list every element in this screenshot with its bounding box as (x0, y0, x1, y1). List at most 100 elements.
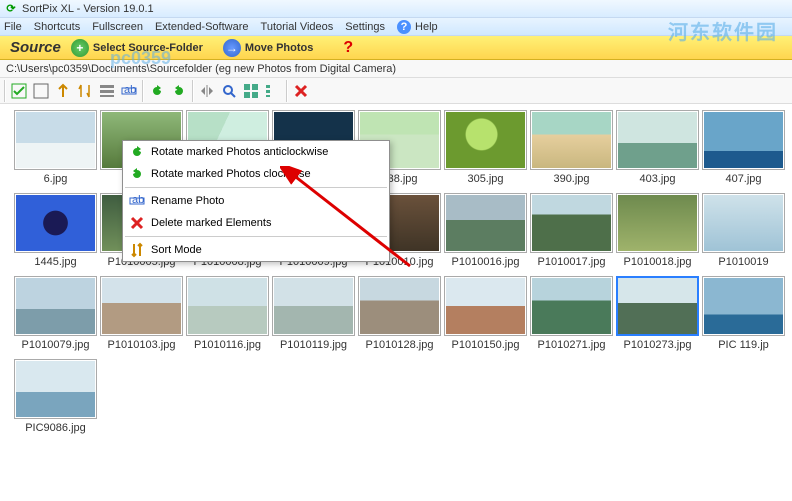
thumbnail[interactable]: PIC 119.jp (702, 276, 785, 351)
thumbnail-image (702, 193, 785, 253)
thumbnail-image (530, 276, 613, 336)
arrow-right-icon: → (223, 39, 241, 57)
thumbnail-image (530, 193, 613, 253)
thumbnail-label: 305.jpg (467, 173, 503, 185)
check-all-button[interactable] (8, 80, 30, 102)
thumbnail-image (358, 276, 441, 336)
thumbnail-image (702, 276, 785, 336)
thumbnail[interactable]: P1010150.jpg (444, 276, 527, 351)
thumbnail[interactable]: 1445.jpg (14, 193, 97, 268)
thumbnail-label: P1010018.jpg (624, 256, 692, 268)
thumbnail[interactable]: 305.jpg (444, 110, 527, 185)
thumbnail-image (272, 276, 355, 336)
thumbnail[interactable]: P1010016.jpg (444, 193, 527, 268)
thumbnail-label: P1010119.jpg (280, 339, 347, 351)
thumbnail-label: P1010273.jpg (624, 339, 692, 351)
thumbnail-image (100, 276, 183, 336)
menu-rename[interactable]: ab Rename Photo (123, 190, 389, 212)
delete-button[interactable] (290, 80, 312, 102)
menu-shortcuts[interactable]: Shortcuts (34, 21, 80, 33)
actionbar: Source + Select Source-Folder → Move Pho… (0, 36, 792, 60)
thumbnail-grid: 6.jpg14.jpg18.jpg122.jpg238.jpg305.jpg39… (0, 104, 792, 501)
menu-extended[interactable]: Extended-Software (155, 21, 249, 33)
thumbnail-label: P1010271.jpg (538, 339, 606, 351)
rotate-cw-button[interactable] (168, 80, 190, 102)
thumbnail-label: PIC 119.jp (718, 339, 769, 351)
thumbnail-image (616, 110, 699, 170)
separator (142, 80, 144, 102)
thumbnail-label: 403.jpg (639, 173, 675, 185)
zoom-button[interactable] (218, 80, 240, 102)
thumbnail-label: 390.jpg (553, 173, 589, 185)
thumbnail[interactable]: 403.jpg (616, 110, 699, 185)
plus-icon: + (71, 39, 89, 57)
thumbnail-image (14, 110, 97, 170)
thumbnail[interactable]: P1010019 (702, 193, 785, 268)
help-icon: ? (397, 20, 411, 34)
thumbnail-image (14, 276, 97, 336)
menubar: File Shortcuts Fullscreen Extended-Softw… (0, 18, 792, 36)
thumbnail-label: 6.jpg (44, 173, 68, 185)
thumbnail-label: 1445.jpg (34, 256, 76, 268)
app-icon: ⟳ (4, 2, 18, 16)
thumbnail[interactable]: 6.jpg (14, 110, 97, 185)
details-button[interactable] (96, 80, 118, 102)
svg-text:ab: ab (124, 84, 136, 96)
menu-tutorial[interactable]: Tutorial Videos (261, 21, 334, 33)
thumbnail-label: PIC9086.jpg (25, 422, 86, 434)
menu-rotate-acw[interactable]: Rotate marked Photos anticlockwise (123, 141, 389, 163)
select-source-folder-button[interactable]: + Select Source-Folder (71, 39, 203, 57)
sort-up-button[interactable] (52, 80, 74, 102)
mirror-h-button[interactable] (196, 80, 218, 102)
thumbnail[interactable]: PIC9086.jpg (14, 359, 97, 434)
menu-divider (125, 187, 387, 188)
list-button[interactable] (262, 80, 284, 102)
menu-sort-mode[interactable]: Sort Mode (123, 239, 389, 261)
sort-icon (127, 242, 147, 258)
toolbar: ab (0, 78, 792, 104)
menu-fullscreen[interactable]: Fullscreen (92, 21, 143, 33)
window-title: SortPix XL - Version 19.0.1 (22, 3, 154, 15)
thumbnail-image (444, 110, 527, 170)
thumbnail[interactable]: P1010018.jpg (616, 193, 699, 268)
rename-icon: ab (127, 193, 147, 209)
rotate-cw-icon (127, 166, 147, 182)
thumbnail[interactable]: P1010079.jpg (14, 276, 97, 351)
menu-rotate-cw[interactable]: Rotate marked Photos clockwise (123, 163, 389, 185)
thumbnail-image (702, 110, 785, 170)
tiles-button[interactable] (240, 80, 262, 102)
thumbnail[interactable]: 390.jpg (530, 110, 613, 185)
thumbnail-image (444, 276, 527, 336)
thumbnail-image (186, 276, 269, 336)
menu-divider (125, 236, 387, 237)
help-question-icon[interactable]: ? (343, 39, 353, 57)
thumbnail[interactable]: P1010273.jpg (616, 276, 699, 351)
sort-down-button[interactable] (74, 80, 96, 102)
thumbnail[interactable]: P1010271.jpg (530, 276, 613, 351)
menu-help[interactable]: ? Help (397, 20, 450, 34)
thumbnail-image (616, 276, 699, 336)
rename-button[interactable]: ab (118, 80, 140, 102)
move-photos-button[interactable]: → Move Photos (223, 39, 313, 57)
rotate-acw-button[interactable] (146, 80, 168, 102)
thumbnail[interactable]: P1010116.jpg (186, 276, 269, 351)
thumbnail-image (616, 193, 699, 253)
path-text: C:\Users\pc0359\Documents\Sourcefolder (… (6, 63, 396, 75)
menu-settings[interactable]: Settings (345, 21, 385, 33)
pathbar: C:\Users\pc0359\Documents\Sourcefolder (… (0, 60, 792, 78)
thumbnail[interactable]: 407.jpg (702, 110, 785, 185)
thumbnail[interactable]: P1010128.jpg (358, 276, 441, 351)
uncheck-all-button[interactable] (30, 80, 52, 102)
menu-delete[interactable]: Delete marked Elements (123, 212, 389, 234)
thumbnail[interactable]: P1010017.jpg (530, 193, 613, 268)
thumbnail-image (14, 193, 97, 253)
thumbnail-label: P1010150.jpg (452, 339, 520, 351)
thumbnail-label: P1010019 (718, 256, 768, 268)
svg-text:ab: ab (132, 194, 144, 206)
thumbnail[interactable]: P1010119.jpg (272, 276, 355, 351)
thumbnail[interactable]: P1010103.jpg (100, 276, 183, 351)
thumbnail-label: P1010017.jpg (538, 256, 606, 268)
menu-file[interactable]: File (4, 21, 22, 33)
separator (286, 80, 288, 102)
separator (4, 80, 6, 102)
